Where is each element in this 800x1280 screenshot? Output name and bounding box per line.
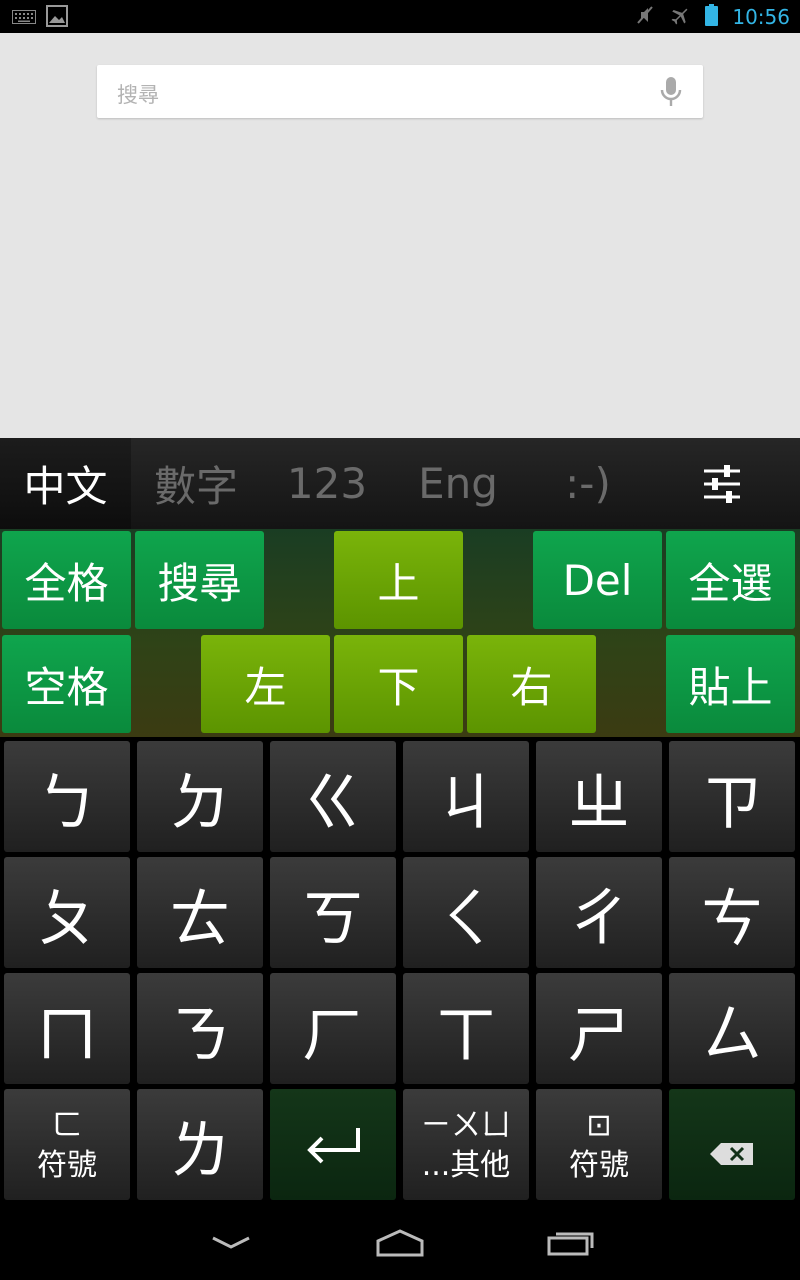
key-sh[interactable]: ㄕ [536,973,662,1084]
picture-icon [46,5,68,31]
select-all-key[interactable]: 全選 [666,531,795,629]
symbols-key[interactable]: ㄈ 符號 [4,1089,130,1200]
backspace-icon [709,1108,755,1181]
back-down-icon[interactable] [181,1220,281,1266]
keyboard-tab-bar: 中文 數字 123 Eng :-) [0,438,800,529]
bopomofo-keys: ㄅ ㄉ ㄍ ㄐ ㄓ ㄗ ㄆ ㄊ ㄎ ㄑ ㄔ ㄘ ㄇ ㄋ ㄏ ㄒ ㄕ ㄙ ㄈ 符號… [0,737,800,1206]
cursor-up-key[interactable]: 上 [334,531,463,629]
mute-icon [635,4,655,30]
full-width-key[interactable]: 全格 [2,531,131,629]
key-h[interactable]: ㄏ [270,973,396,1084]
search-key[interactable]: 搜尋 [135,531,264,629]
key-m[interactable]: ㄇ [4,973,130,1084]
symbols-label-2: 符號 [569,1148,629,1183]
keyboard: 中文 數字 123 Eng :-) 全格 搜尋 上 Del 全選 空格 左 下 [0,438,800,1206]
backspace-key[interactable] [669,1089,795,1200]
paste-key[interactable]: 貼上 [666,635,795,733]
keyboard-icon [12,9,36,28]
home-icon[interactable] [350,1220,450,1266]
others-label: ...其他 [421,1148,511,1183]
key-z[interactable]: ㄗ [669,741,795,852]
key-d[interactable]: ㄉ [137,741,263,852]
key-x[interactable]: ㄒ [403,973,529,1084]
edit-panel: 全格 搜尋 上 Del 全選 空格 左 下 右 貼上 [0,529,800,737]
key-s[interactable]: ㄙ [669,973,795,1084]
status-bar: 10:56 [0,0,800,33]
space-key[interactable]: 空格 [2,635,131,733]
delete-key[interactable]: Del [533,531,662,629]
symbols-glyph: ⊡ [586,1108,612,1143]
search-input[interactable]: 搜尋 [117,79,159,109]
symbols-label: 符號 [37,1148,97,1183]
key-t[interactable]: ㄊ [137,857,263,968]
enter-key[interactable] [270,1089,396,1200]
key-c[interactable]: ㄘ [669,857,795,968]
cursor-left-key[interactable]: 左 [201,635,330,733]
others-key[interactable]: ㄧㄨㄩ ...其他 [403,1089,529,1200]
enter-icon [304,1108,362,1181]
cursor-right-key[interactable]: 右 [467,635,596,733]
tab-numbers-cn[interactable]: 數字 [131,438,261,529]
key-f: ㄈ [52,1108,82,1143]
status-right: 10:56 [635,4,790,30]
key-zh[interactable]: ㄓ [536,741,662,852]
tab-english[interactable]: Eng [393,438,523,529]
symbols-key-2[interactable]: ⊡ 符號 [536,1089,662,1200]
key-p[interactable]: ㄆ [4,857,130,968]
key-b[interactable]: ㄅ [4,741,130,852]
app-area: 搜尋 [0,33,800,438]
key-g[interactable]: ㄍ [270,741,396,852]
status-left [12,5,68,31]
cursor-down-key[interactable]: 下 [334,635,463,733]
battery-icon [705,4,719,30]
airplane-icon [669,4,691,30]
tab-chinese[interactable]: 中文 [0,438,131,529]
sliders-icon[interactable] [702,465,742,507]
tab-123[interactable]: 123 [261,438,393,529]
key-ch[interactable]: ㄔ [536,857,662,968]
navigation-bar [0,1206,800,1280]
recents-icon[interactable] [521,1220,621,1266]
clock: 10:56 [732,5,790,29]
key-j[interactable]: ㄐ [403,741,529,852]
key-l[interactable]: ㄌ [137,1089,263,1200]
tab-emoticon[interactable]: :-) [523,438,653,529]
mic-icon[interactable] [659,76,683,112]
search-box[interactable]: 搜尋 [97,65,703,118]
key-n[interactable]: ㄋ [137,973,263,1084]
others-vowels: ㄧㄨㄩ [421,1108,511,1143]
key-k[interactable]: ㄎ [270,857,396,968]
key-q[interactable]: ㄑ [403,857,529,968]
